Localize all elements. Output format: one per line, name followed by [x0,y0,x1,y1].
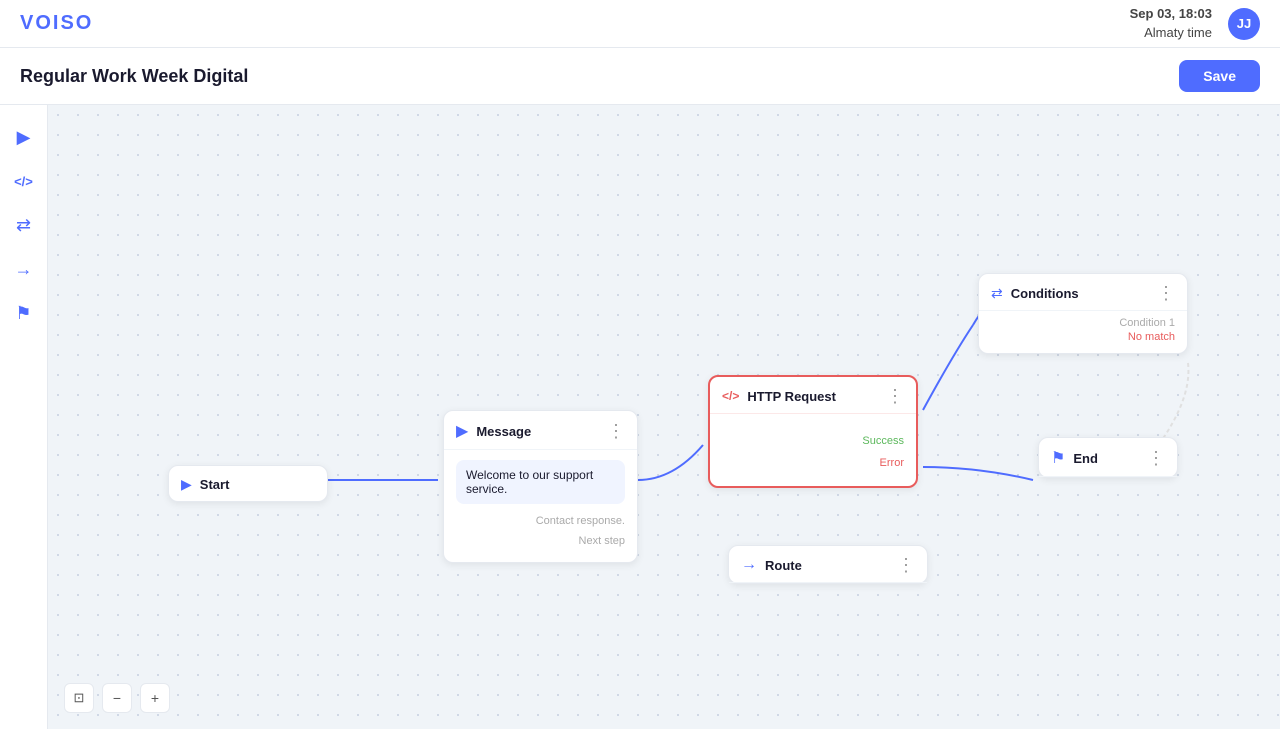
canvas-controls: ⊡ − + [64,683,170,713]
message-node-header: ▶ Message ⋮ [444,411,637,450]
http-node-body: Success Error [710,414,916,486]
transfer-tool-button[interactable]: ⇄ [8,209,40,241]
logo: VOISO [20,12,93,35]
datetime-display: Sep 03, 18:03 Almaty time [1130,5,1212,41]
canvas[interactable]: ▶ Start ▶ Message ⋮ Welcome to our suppo… [48,105,1280,729]
end-node-header: ⚑ End ⋮ [1039,438,1177,477]
connections-svg [48,105,1280,729]
http-node-title: HTTP Request [747,389,836,404]
next-step-label: Next step [456,532,625,552]
flag-tool-button[interactable]: ⚑ [8,297,40,329]
error-label: Error [722,452,904,474]
message-node[interactable]: ▶ Message ⋮ Welcome to our support servi… [443,410,638,563]
route-menu-icon[interactable]: ⋮ [897,556,915,574]
fit-screen-button[interactable]: ⊡ [64,683,94,713]
timezone-text: Almaty time [1130,24,1212,42]
condition-label: Condition 1 [991,317,1175,329]
success-label: Success [722,430,904,452]
start-node[interactable]: ▶ Start [168,465,328,502]
message-node-title: Message [476,424,531,439]
zoom-in-icon: + [151,690,159,706]
sidebar-tools: ▶ </> ⇄ → ⚑ [0,105,48,729]
contact-response-label: Contact response. [456,512,625,532]
conditions-body: Condition 1 No match [979,311,1187,353]
save-button[interactable]: Save [1179,60,1260,92]
end-node-title: End [1073,451,1098,466]
page-header: Regular Work Week Digital Save [0,48,1280,105]
route-title-group: → Route [741,556,802,574]
conditions-node-title: Conditions [1011,286,1079,301]
zoom-in-button[interactable]: + [140,683,170,713]
end-node-icon: ⚑ [1051,448,1065,468]
http-menu-icon[interactable]: ⋮ [886,387,904,405]
end-title-group: ⚑ End [1051,448,1098,468]
canvas-area: ▶ </> ⇄ → ⚑ ▶ Start [0,105,1280,729]
message-bubble: Welcome to our support service. [456,460,625,504]
http-labels: Success Error [722,424,904,476]
http-node-header: </> HTTP Request ⋮ [710,377,916,414]
http-node-icon: </> [722,389,739,403]
topnav: VOISO Sep 03, 18:03 Almaty time JJ [0,0,1280,48]
conditions-node-icon: ⇄ [991,285,1003,302]
fit-screen-icon: ⊡ [74,690,85,706]
http-request-node[interactable]: </> HTTP Request ⋮ Success Error [708,375,918,488]
route-node-icon: → [741,556,757,574]
route-node-header: → Route ⋮ [729,546,927,583]
start-node-icon: ▶ [181,476,192,493]
message-menu-icon[interactable]: ⋮ [607,422,625,440]
conditions-menu-icon[interactable]: ⋮ [1157,284,1175,302]
message-node-icon: ▶ [456,421,468,441]
arrow-tool-button[interactable]: → [8,253,40,285]
conditions-node-header: ⇄ Conditions ⋮ [979,274,1187,311]
zoom-out-button[interactable]: − [102,683,132,713]
end-node[interactable]: ⚑ End ⋮ [1038,437,1178,478]
zoom-out-icon: − [113,690,121,706]
time-text: Sep 03, 18:03 [1130,5,1212,23]
message-footer: Contact response. Next step [456,512,625,552]
logo-text: VOISO [20,12,93,35]
start-node-title: Start [200,477,230,492]
http-title-group: </> HTTP Request [722,389,836,404]
nav-right: Sep 03, 18:03 Almaty time JJ [1130,5,1260,41]
message-title-group: ▶ Message [456,421,531,441]
end-menu-icon[interactable]: ⋮ [1147,449,1165,467]
avatar[interactable]: JJ [1228,8,1260,40]
page-title: Regular Work Week Digital [20,66,248,87]
start-node-header: ▶ Start [169,466,327,501]
start-title-group: ▶ Start [181,476,229,493]
route-node-title: Route [765,558,802,573]
message-node-body: Welcome to our support service. Contact … [444,450,637,562]
conditions-node[interactable]: ⇄ Conditions ⋮ Condition 1 No match [978,273,1188,354]
route-node[interactable]: → Route ⋮ [728,545,928,584]
no-match-label: No match [991,331,1175,343]
play-tool-button[interactable]: ▶ [8,121,40,153]
code-tool-button[interactable]: </> [8,165,40,197]
conditions-title-group: ⇄ Conditions [991,285,1079,302]
